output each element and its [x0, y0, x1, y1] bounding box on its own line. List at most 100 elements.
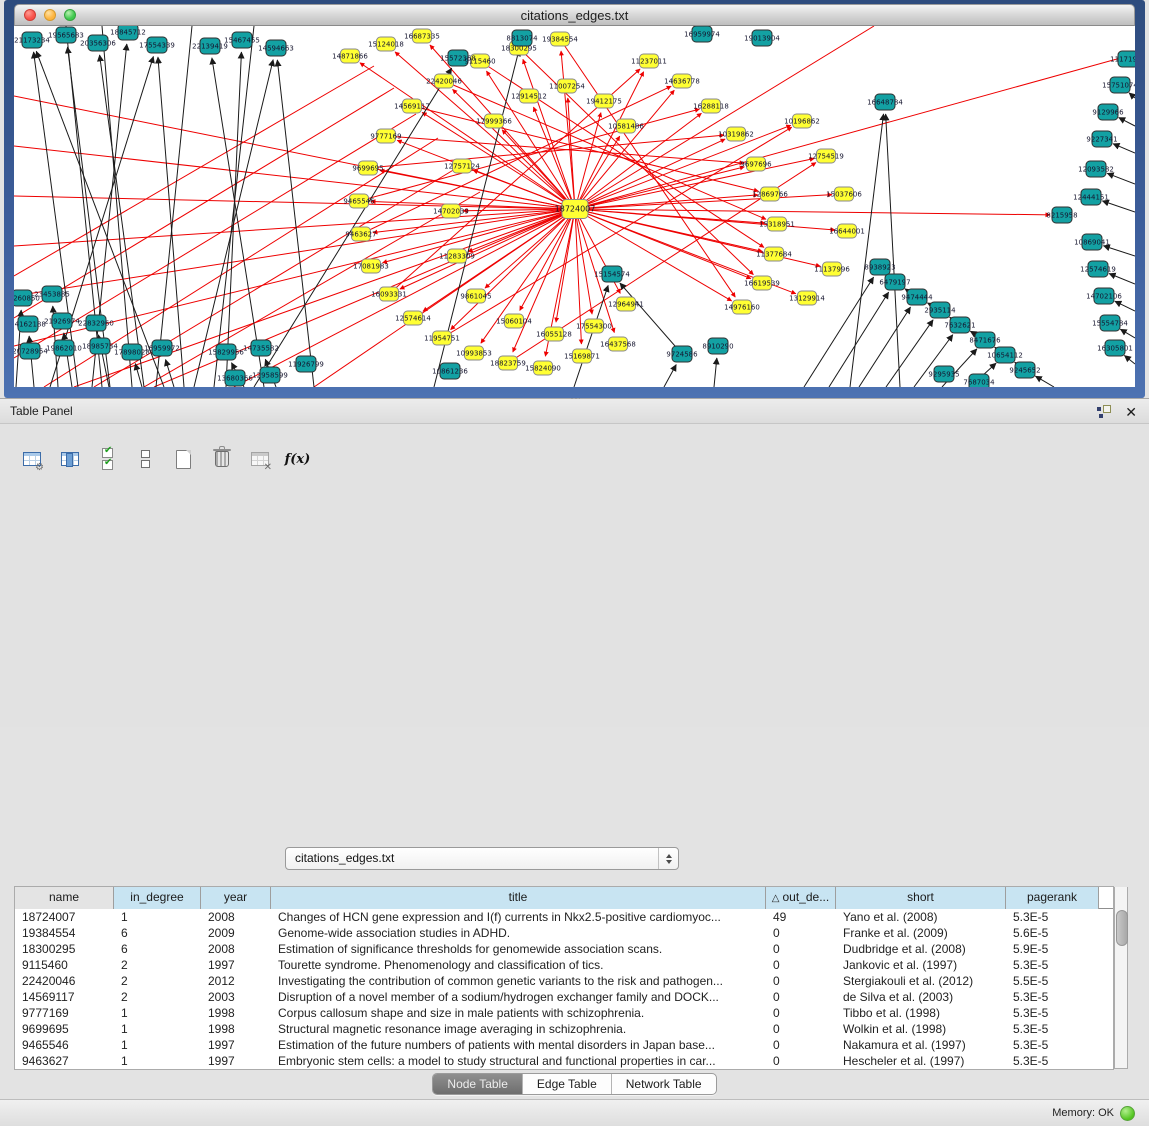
citation-edge-black[interactable]: [1115, 301, 1135, 311]
table-cell-name[interactable]: 9699695: [15, 1021, 114, 1037]
citation-edge-black[interactable]: [1107, 173, 1135, 184]
table-dropdown[interactable]: citations_edges.txt: [285, 847, 679, 870]
column-header-pagerank[interactable]: pagerank: [1006, 887, 1099, 909]
citation-edge-black[interactable]: [1103, 246, 1135, 256]
citation-edge-black[interactable]: [1102, 201, 1135, 212]
rows-icon[interactable]: [132, 446, 159, 473]
table-cell-in_degree[interactable]: 2: [114, 989, 201, 1005]
citation-edge-red[interactable]: [14, 66, 374, 276]
citation-edge-red[interactable]: [575, 113, 601, 209]
tab-network-table[interactable]: Network Table: [612, 1074, 716, 1094]
table-cell-name[interactable]: 14569117: [15, 989, 114, 1005]
table-cell-in_degree[interactable]: 6: [114, 941, 201, 957]
citation-edge-black[interactable]: [1035, 376, 1054, 387]
table-cell-name[interactable]: 9465546: [15, 1037, 114, 1053]
table-row[interactable]: 946362711997Embryonic stem cells: a mode…: [15, 1053, 1113, 1069]
table-cell-title[interactable]: Estimation of significance thresholds fo…: [271, 941, 766, 957]
table-cell-title[interactable]: Investigating the contribution of common…: [271, 973, 766, 989]
table-cell-year[interactable]: 1998: [201, 1005, 271, 1021]
table-cell-in_degree[interactable]: 1: [114, 1021, 201, 1037]
citation-edge-black[interactable]: [859, 307, 910, 387]
scrollbar-thumb[interactable]: [1116, 910, 1128, 946]
citation-edge-black[interactable]: [1129, 93, 1135, 98]
table-cell-out_degree[interactable]: 0: [766, 1005, 836, 1021]
citation-edge-red[interactable]: [575, 26, 874, 209]
table-cell-year[interactable]: 1998: [201, 1021, 271, 1037]
network-window-titlebar[interactable]: citations_edges.txt: [14, 4, 1135, 26]
table-cell-name[interactable]: 19384554: [15, 925, 114, 941]
table-cell-pagerank[interactable]: 5.3E-5: [1006, 1021, 1099, 1037]
table-cell-pagerank[interactable]: 5.3E-5: [1006, 1053, 1099, 1069]
table-cell-short[interactable]: Jankovic et al. (1997): [836, 957, 1006, 973]
citation-edge-black[interactable]: [664, 365, 676, 387]
table-cell-name[interactable]: 9463627: [15, 1053, 114, 1069]
table-cell-title[interactable]: Corpus callosum shape and size in male p…: [271, 1005, 766, 1021]
citation-edge-black[interactable]: [66, 26, 102, 387]
table-cell-out_degree[interactable]: 0: [766, 1053, 836, 1069]
table-cell-name[interactable]: 9115460: [15, 957, 114, 973]
table-cell-pagerank[interactable]: 5.3E-5: [1006, 1005, 1099, 1021]
table-cell-out_degree[interactable]: 0: [766, 925, 836, 941]
table-row[interactable]: 946554611997Estimation of the future num…: [15, 1037, 1113, 1053]
table-cell-year[interactable]: 2009: [201, 925, 271, 941]
table-cell-title[interactable]: Structural magnetic resonance image aver…: [271, 1021, 766, 1037]
table-row[interactable]: 911546021997Tourette syndrome. Phenomeno…: [15, 957, 1113, 973]
table-cell-year[interactable]: 1997: [201, 1053, 271, 1069]
table-row[interactable]: 1872400712008Changes of HCN gene express…: [15, 909, 1113, 925]
citation-edge-black[interactable]: [1113, 144, 1135, 153]
table-cell-title[interactable]: Disruption of a novel member of a sodium…: [271, 989, 766, 1005]
vertical-scrollbar[interactable]: [1114, 887, 1128, 1069]
table-cell-year[interactable]: 2012: [201, 973, 271, 989]
citation-edge-black[interactable]: [714, 358, 717, 387]
citation-edge-black[interactable]: [829, 292, 889, 387]
table-cell-out_degree[interactable]: 0: [766, 973, 836, 989]
column-header-short[interactable]: short: [836, 887, 1006, 909]
citation-edge-red[interactable]: [383, 209, 575, 263]
network-canvas[interactable]: 1872400719384554183002959115460224200461…: [14, 26, 1135, 387]
table-cell-year[interactable]: 1997: [201, 1037, 271, 1053]
citation-edge-black[interactable]: [886, 320, 933, 387]
table-row[interactable]: 977716911998Corpus callosum shape and si…: [15, 1005, 1113, 1021]
table-cell-pagerank[interactable]: 5.3E-5: [1006, 1037, 1099, 1053]
citation-network-graph[interactable]: 1872400719384554183002959115460224200461…: [14, 26, 1135, 387]
citation-edge-black[interactable]: [886, 114, 900, 387]
citation-edge-black[interactable]: [1109, 274, 1135, 284]
citation-edge-black[interactable]: [1120, 329, 1135, 338]
table-row[interactable]: 1938455462009Genome-wide association stu…: [15, 925, 1113, 941]
citation-edge-black[interactable]: [194, 60, 273, 387]
citation-edge-red[interactable]: [575, 209, 732, 301]
table-cell-out_degree[interactable]: 0: [766, 1021, 836, 1037]
citation-edge-black[interactable]: [100, 55, 144, 387]
table-cell-year[interactable]: 2008: [201, 941, 271, 957]
citation-edge-red[interactable]: [400, 209, 575, 289]
table-cell-year[interactable]: 1997: [201, 957, 271, 973]
citation-edge-red[interactable]: [575, 195, 832, 209]
table-cell-short[interactable]: Stergiakouli et al. (2012): [836, 973, 1006, 989]
table-cell-pagerank[interactable]: 5.9E-5: [1006, 941, 1099, 957]
table-cell-name[interactable]: 9777169: [15, 1005, 114, 1021]
table-cell-out_degree[interactable]: 0: [766, 957, 836, 973]
table-cell-title[interactable]: Embryonic stem cells: a model to study s…: [271, 1053, 766, 1069]
table-cell-short[interactable]: Dudbridge et al. (2008): [836, 941, 1006, 957]
table-cell-pagerank[interactable]: 5.3E-5: [1006, 989, 1099, 1005]
table-row[interactable]: 969969511998Structural magnetic resonanc…: [15, 1021, 1113, 1037]
table-cell-in_degree[interactable]: 1: [114, 909, 201, 925]
column-visibility-icon[interactable]: [56, 446, 83, 473]
table-cell-name[interactable]: 18724007: [15, 909, 114, 925]
table-cell-out_degree[interactable]: 49: [766, 909, 836, 925]
close-panel-icon[interactable]: ✕: [1125, 405, 1137, 419]
citation-edge-black[interactable]: [277, 60, 314, 387]
table-row[interactable]: 1830029562008Estimation of significance …: [15, 941, 1113, 957]
table-cell-short[interactable]: Nakamura et al. (1997): [836, 1037, 1006, 1053]
table-cell-short[interactable]: Hescheler et al. (1997): [836, 1053, 1006, 1069]
table-cell-short[interactable]: Yano et al. (2008): [836, 909, 1006, 925]
table-cell-name[interactable]: 22420046: [15, 973, 114, 989]
function-builder-icon[interactable]: f(x): [284, 446, 311, 473]
float-panel-icon[interactable]: [1097, 405, 1111, 418]
table-cell-title[interactable]: Estimation of the future numbers of pati…: [271, 1037, 766, 1053]
citation-edge-red[interactable]: [359, 109, 699, 201]
table-cell-short[interactable]: de Silva et al. (2003): [836, 989, 1006, 1005]
citation-edge-black[interactable]: [1124, 355, 1135, 364]
table-cell-year[interactable]: 2003: [201, 989, 271, 1005]
tab-edge-table[interactable]: Edge Table: [523, 1074, 612, 1094]
